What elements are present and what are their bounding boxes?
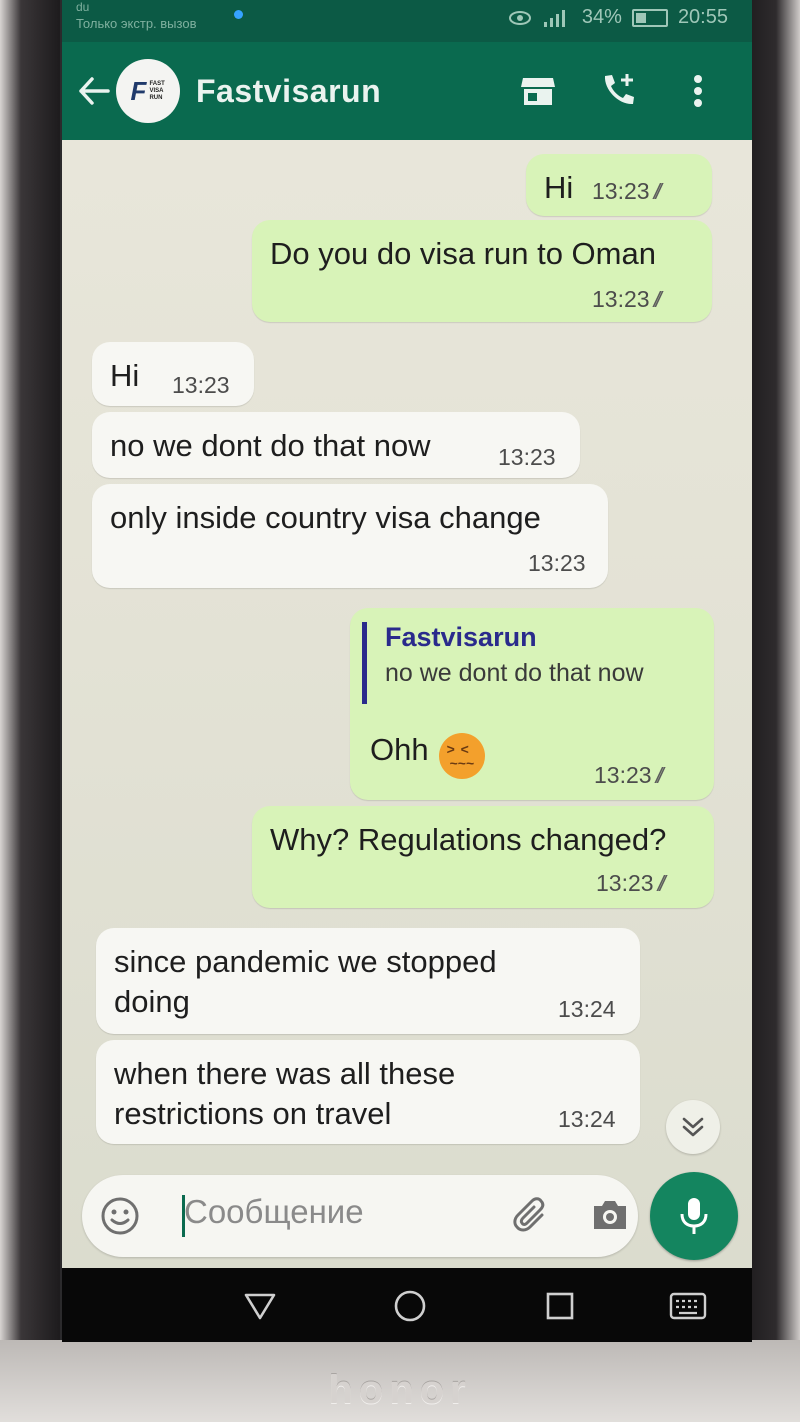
battery-percent: 34% (581, 6, 622, 28)
notification-dot-icon (234, 10, 243, 19)
smiley-icon (101, 1197, 139, 1235)
message-bubble-incoming[interactable]: Hi 13:23 (92, 342, 254, 406)
message-time: 13:23 (528, 550, 586, 576)
phone-screen: du Только экстр. вызов 34% 20:55 F FAST … (62, 0, 752, 1342)
circle-home-icon (394, 1290, 426, 1322)
carrier-name: du (76, 0, 90, 14)
message-text: Hi (544, 170, 574, 205)
keyboard-switch-button[interactable] (668, 1288, 708, 1324)
message-time: 13:24 (558, 996, 616, 1022)
message-time: 13:24 (558, 1106, 616, 1132)
message-text: only inside country visa change (110, 500, 541, 535)
nav-back-button[interactable] (240, 1288, 280, 1324)
double-chevron-down-icon (682, 1117, 704, 1137)
avatar-logo-icon: F (130, 75, 147, 106)
more-vertical-icon (694, 75, 702, 107)
battery-icon (631, 8, 668, 27)
message-time: 13:23 (172, 372, 230, 398)
message-line: when there was all these (114, 1056, 456, 1091)
message-time: 13:23 (594, 762, 652, 788)
message-text: Ohh (370, 732, 429, 767)
nav-recents-button[interactable] (540, 1288, 580, 1324)
message-bubble-incoming[interactable]: when there was all these restrictions on… (96, 1040, 640, 1144)
triangle-back-icon (244, 1293, 276, 1320)
reply-body: Ohh (370, 730, 485, 779)
message-bubble-outgoing[interactable]: Hi 13:23 // (526, 154, 712, 216)
message-bubble-incoming[interactable]: since pandemic we stopped doing 13:24 (96, 928, 640, 1034)
reply-message-bubble[interactable]: Fastvisarun no we dont do that now Ohh 1… (350, 608, 714, 800)
message-text: Hi (110, 358, 140, 393)
clock: 20:55 (677, 6, 728, 28)
header-actions (518, 71, 718, 111)
read-check-icon: // (656, 287, 664, 313)
message-input[interactable] (184, 1193, 484, 1231)
message-time: 13:23 (596, 870, 654, 896)
eye-comfort-icon (508, 10, 531, 25)
phone-frame-left (0, 0, 60, 1422)
message-time: 13:23 (592, 178, 650, 204)
phone-plus-icon (604, 74, 634, 105)
quoted-sender: Fastvisarun (385, 622, 537, 652)
message-bubble-outgoing[interactable]: Do you do visa run to Oman 13:23 // (252, 220, 712, 322)
microphone-icon (680, 1198, 708, 1234)
message-bubble-incoming[interactable]: only inside country visa change 13:23 (92, 484, 608, 588)
nav-home-button[interactable] (390, 1288, 430, 1324)
quoted-text: no we dont do that now (385, 659, 644, 687)
signal-icon (543, 9, 565, 27)
attach-button[interactable] (512, 1197, 552, 1237)
contact-name[interactable]: Fastvisarun (196, 73, 518, 110)
paperclip-icon (513, 1197, 545, 1232)
message-line: since pandemic we stopped (114, 944, 497, 979)
quoted-message[interactable]: Fastvisarun no we dont do that now (362, 622, 702, 704)
message-bubble-outgoing[interactable]: Why? Regulations changed? 13:23 // (252, 806, 714, 908)
read-check-icon: // (660, 871, 668, 897)
voice-message-button[interactable] (650, 1172, 738, 1260)
status-indicators: 34% 20:55 (508, 6, 728, 29)
back-button[interactable] (76, 73, 112, 109)
message-time: 13:23 (592, 286, 650, 312)
storefront-icon (521, 78, 555, 105)
camera-icon (594, 1201, 626, 1229)
message-text: no we dont do that now (110, 428, 431, 463)
message-status: 13:23 // (594, 762, 666, 789)
emoji-button[interactable] (100, 1196, 140, 1236)
brand-logo: honor (328, 1368, 472, 1412)
add-call-button[interactable] (598, 71, 638, 111)
message-bubble-incoming[interactable]: no we dont do that now 13:23 (92, 412, 580, 478)
read-check-icon: // (658, 763, 666, 789)
keyboard-icon (669, 1292, 707, 1320)
more-options-button[interactable] (678, 71, 718, 111)
message-status: 13:23 // (592, 178, 664, 205)
scroll-to-bottom-button[interactable] (666, 1100, 720, 1154)
read-check-icon: // (656, 179, 664, 205)
square-recents-icon (546, 1292, 574, 1320)
chat-header: F FAST VISA RUN Fastvisarun (62, 42, 752, 140)
confounded-face-emoji-icon (438, 732, 485, 779)
avatar-text: FAST VISA RUN (149, 80, 165, 101)
message-text: Why? Regulations changed? (270, 822, 667, 857)
camera-button[interactable] (590, 1197, 630, 1237)
emergency-calls-only: Только экстр. вызов (76, 16, 197, 31)
arrow-left-icon (79, 77, 110, 105)
chat-area[interactable]: Hi 13:23 // Do you do visa run to Oman 1… (62, 140, 752, 1268)
catalog-button[interactable] (518, 71, 558, 111)
message-text: Do you do visa run to Oman (270, 236, 656, 271)
message-line: doing (114, 984, 190, 1019)
message-time: 13:23 (498, 444, 556, 470)
message-status: 13:23 // (596, 870, 668, 897)
contact-avatar[interactable]: F FAST VISA RUN (116, 59, 180, 123)
message-composer (82, 1175, 638, 1257)
system-navigation-bar (62, 1268, 752, 1342)
status-bar: du Только экстр. вызов 34% 20:55 (62, 0, 752, 42)
message-status: 13:23 // (592, 286, 664, 313)
message-line: restrictions on travel (114, 1096, 392, 1131)
